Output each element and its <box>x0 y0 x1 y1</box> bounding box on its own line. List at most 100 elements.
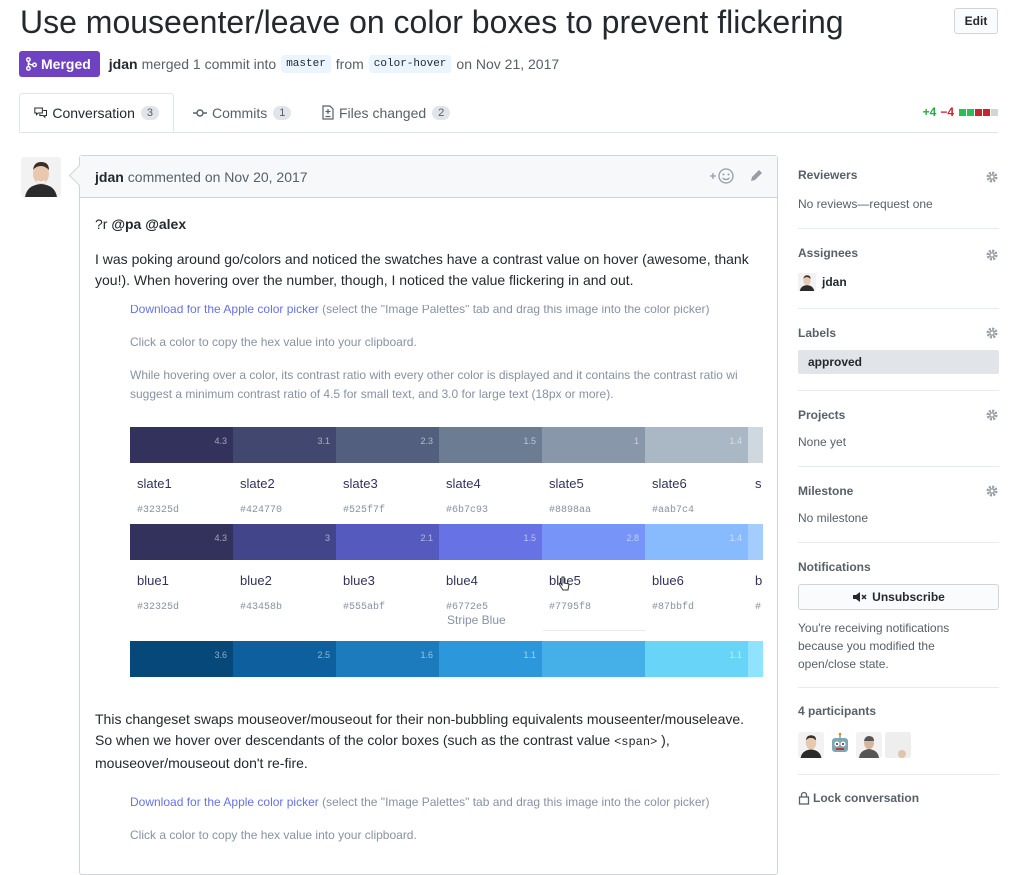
color-swatch <box>542 641 645 677</box>
author-avatar[interactable] <box>21 157 61 197</box>
mention-line: ?r @pa @alex <box>95 214 762 235</box>
unsubscribe-button[interactable]: Unsubscribe <box>798 584 999 610</box>
swatch-hex: #6b7c93 <box>446 505 489 516</box>
contrast-ratio: 1 <box>633 436 639 446</box>
assignees-heading[interactable]: Assignees <box>798 246 858 260</box>
swatch-hex: #7795f8 <box>549 602 592 613</box>
reviewers-value[interactable]: No reviews—request one <box>798 197 933 211</box>
comment-body: ?r @pa @alex I was poking around go/colo… <box>80 198 777 848</box>
reviewers-heading[interactable]: Reviewers <box>798 168 857 182</box>
swatch-hex: #43458b <box>240 602 283 613</box>
diffstat-block <box>967 108 974 116</box>
shot2-download-link: Download for the Apple color picker <box>130 795 319 809</box>
gear-icon[interactable] <box>985 484 999 498</box>
swatch-label: b # <box>748 570 763 618</box>
sidebar-milestone: Milestone No milestone <box>798 467 999 543</box>
file-diff-icon <box>322 105 334 120</box>
swatch-name: blue3 <box>343 573 375 588</box>
base-branch[interactable]: master <box>281 55 331 73</box>
head-branch[interactable]: color-hover <box>368 55 452 73</box>
pr-title: Use mouseenter/leave on color boxes to p… <box>20 4 844 40</box>
comment-action[interactable]: commented on Nov 20, 2017 <box>128 169 308 185</box>
color-swatch: 1.5 <box>439 427 542 463</box>
mute-icon <box>853 592 867 602</box>
projects-heading[interactable]: Projects <box>798 408 845 422</box>
swatch-label: blue3 #555abf <box>336 570 439 618</box>
swatch-name: slate2 <box>240 476 275 491</box>
sidebar-assignees: Assignees jdan <box>798 229 999 309</box>
notifications-heading: Notifications <box>798 560 871 574</box>
gear-icon[interactable] <box>985 326 999 340</box>
color-swatch: 3 <box>233 524 336 560</box>
shot2-download-rest: (select the "Image Palettes" tab and dra… <box>318 795 710 809</box>
tooltip-edge <box>543 630 646 631</box>
swatch-label: blue6 #87bbfd <box>645 570 748 618</box>
sidebar-projects: Projects None yet <box>798 391 999 467</box>
swatch-label: s <box>748 473 763 521</box>
edit-button[interactable]: Edit <box>954 8 998 34</box>
avatar[interactable] <box>798 732 824 758</box>
color-swatch: 3.1 <box>233 427 336 463</box>
color-swatch: 1.4 <box>645 524 748 560</box>
swatch-name: slate3 <box>343 476 378 491</box>
milestone-value: No milestone <box>798 511 869 525</box>
projects-value: None yet <box>798 435 847 449</box>
slate-swatches: 4.3 3.1 2.3 1.5 1 1.4 <box>130 427 763 463</box>
shot-hover-text-1: While hovering over a color, its contras… <box>130 368 738 382</box>
contrast-ratio: 1.1 <box>523 650 536 660</box>
contrast-ratio: 2.3 <box>420 436 433 446</box>
diffstat-block <box>991 108 998 116</box>
contrast-ratio: 2.1 <box>420 533 433 543</box>
contrast-ratio: 3.1 <box>317 436 330 446</box>
contrast-ratio: 1.6 <box>420 650 433 660</box>
merge-icon <box>25 57 37 71</box>
shot2-download-line: Download for the Apple color picker (sel… <box>130 792 710 813</box>
avatar[interactable] <box>885 732 911 758</box>
mention-prefix: ?r <box>95 216 108 232</box>
lock-conversation-link[interactable]: Lock conversation <box>798 791 919 805</box>
comment-author[interactable]: jdan <box>95 169 124 185</box>
comment-actions <box>709 168 763 184</box>
color-swatch: 2.3 <box>336 427 439 463</box>
shot-download-rest: (select the "Image Palettes" tab and dra… <box>318 305 710 316</box>
color-swatch: 3.6 <box>130 641 233 677</box>
tab-conversation[interactable]: Conversation 3 <box>19 93 174 132</box>
swatch-name: slate5 <box>549 476 584 491</box>
diffstat-block <box>983 108 990 116</box>
tab-label: Conversation <box>52 104 135 121</box>
gear-icon[interactable] <box>985 170 999 184</box>
pr-meta: Merged jdan merged 1 commit into master … <box>19 51 559 77</box>
pencil-icon[interactable] <box>749 169 763 183</box>
swatch-label: slate4 #6b7c93 <box>439 473 542 521</box>
swatch-hex: # <box>755 602 762 613</box>
color-swatch: 1.1 <box>645 641 748 677</box>
tab-files-changed[interactable]: Files changed 2 <box>322 93 451 132</box>
shot2-click-text: Click a color to copy the hex value into… <box>130 828 417 842</box>
assignee-item[interactable]: jdan <box>798 273 847 291</box>
embedded-screenshot: Download for the Apple color picker (sel… <box>130 305 763 693</box>
swatch-hex: #555abf <box>343 602 386 613</box>
avatar[interactable] <box>827 732 853 758</box>
gear-icon[interactable] <box>985 248 999 262</box>
contrast-ratio: 1.5 <box>523 533 536 543</box>
label-approved[interactable]: approved <box>798 350 999 374</box>
gear-icon[interactable] <box>985 408 999 422</box>
merge-date: on Nov 21, 2017 <box>456 56 560 72</box>
color-swatch: 2.1 <box>336 524 439 560</box>
tab-commits[interactable]: Commits 1 <box>193 93 292 132</box>
pr-tabs: Conversation 3 Commits 1 Files changed 2… <box>19 93 998 133</box>
pr-author-link[interactable]: jdan <box>109 56 138 72</box>
sidebar-reviewers: Reviewers No reviews—request one <box>798 160 999 229</box>
comment-discussion-icon <box>34 106 48 118</box>
comment-header: jdan commented on Nov 20, 2017 <box>68 156 777 198</box>
labels-heading[interactable]: Labels <box>798 326 836 340</box>
participant-avatars <box>798 732 911 758</box>
lock-icon <box>798 791 810 805</box>
shot-stripe-blue: Stripe Blue <box>447 613 506 627</box>
mentions[interactable]: @pa @alex <box>111 216 186 232</box>
add-reaction-icon[interactable] <box>709 168 735 184</box>
avatar[interactable] <box>856 732 882 758</box>
contrast-ratio: 1.1 <box>729 650 742 660</box>
milestone-heading[interactable]: Milestone <box>798 484 853 498</box>
swatch-name: slate1 <box>137 476 172 491</box>
